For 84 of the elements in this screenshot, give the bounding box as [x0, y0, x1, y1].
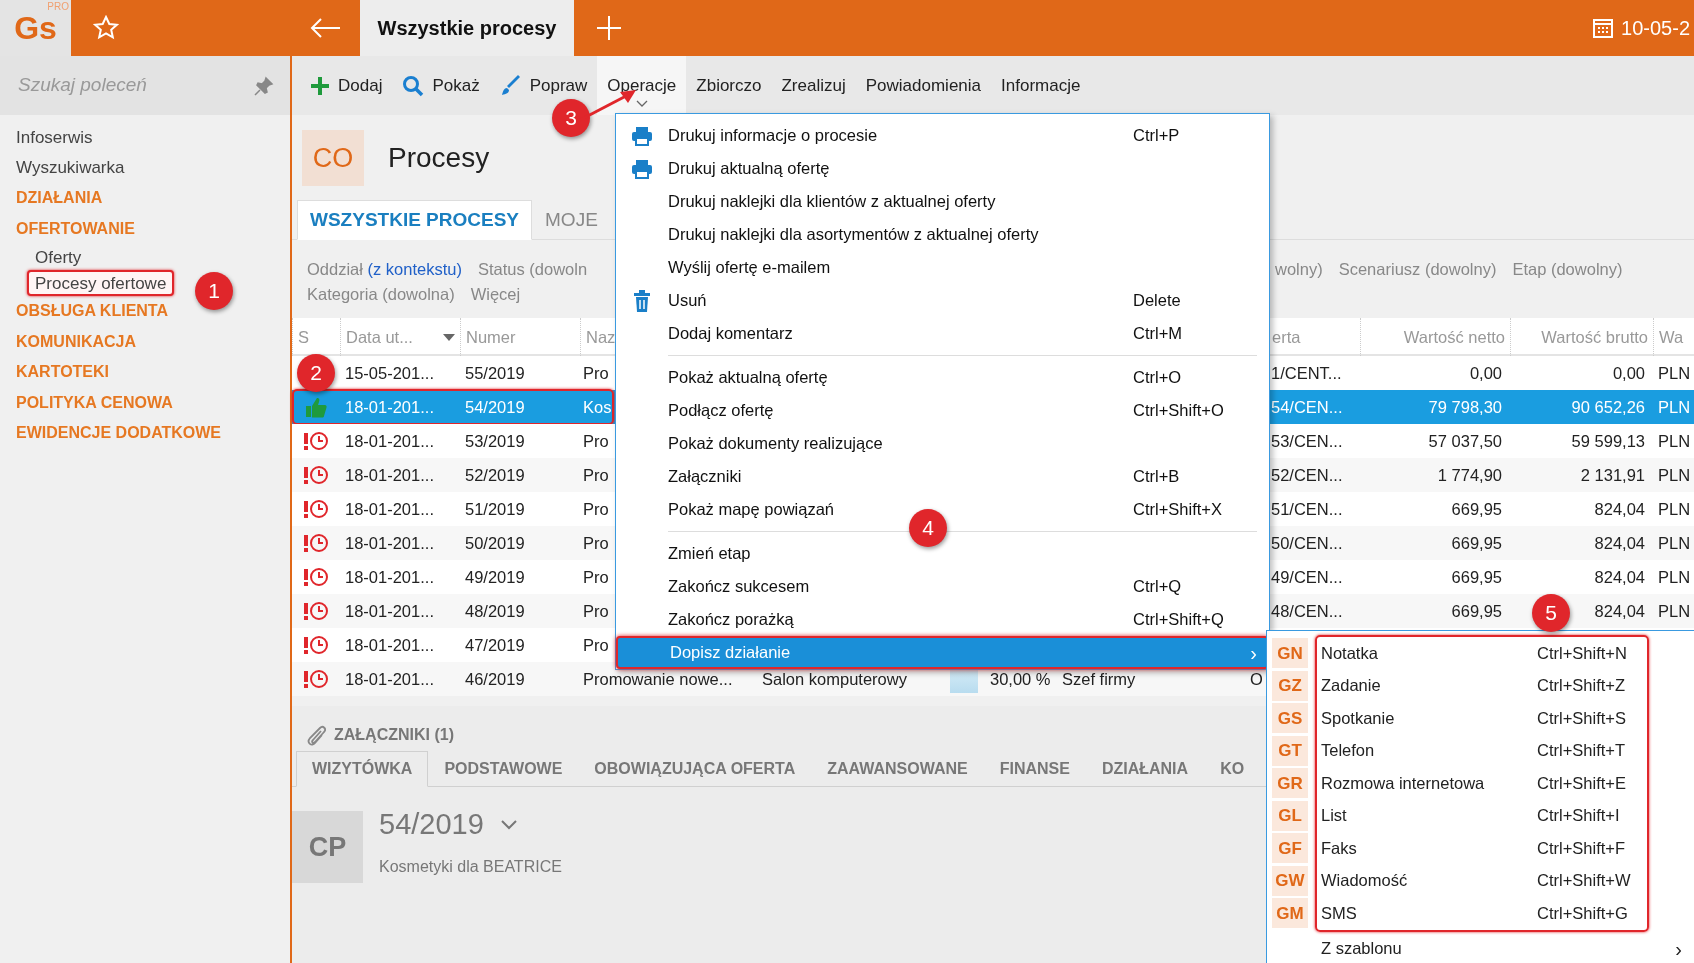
table-cell: PLN: [1658, 533, 1691, 552]
table-cell: 0,00: [1612, 363, 1645, 382]
table-cell: 824,04: [1594, 601, 1645, 620]
table-cell: 824,04: [1594, 567, 1645, 586]
table-cell: 49/2019: [465, 567, 525, 586]
table-cell: 18-01-201...: [345, 533, 434, 552]
activity-code: GF: [1272, 833, 1308, 864]
table-cell: 79 798,30: [1428, 397, 1502, 416]
table-cell: Pro: [583, 635, 609, 654]
activity-code: GT: [1272, 735, 1308, 766]
logo-superscript: PRO: [47, 2, 69, 12]
table-cell: Pro: [583, 363, 609, 382]
table-cell: Promowanie nowe...: [583, 669, 733, 688]
date-text: 10-05-2: [1621, 16, 1690, 41]
table-cell: Pro: [583, 601, 609, 620]
table-cell: 18-01-201...: [345, 397, 434, 416]
table-cell: 30,00 %: [990, 669, 1051, 688]
table-cell: 18-01-201...: [345, 465, 434, 484]
table-cell: 59 599,13: [1571, 431, 1645, 450]
filter-label: Oddział: [307, 260, 364, 278]
activity-code: GW: [1272, 865, 1308, 896]
table-cell: 53/CEN...: [1271, 431, 1343, 450]
table-cell: Pro: [583, 431, 609, 450]
table-cell: 54/CEN...: [1271, 397, 1343, 416]
table-cell: 53/2019: [465, 431, 525, 450]
table-cell: 48/CEN...: [1271, 601, 1343, 620]
table-cell: 18-01-201...: [345, 601, 434, 620]
table-cell: 1 774,90: [1437, 465, 1502, 484]
table-cell: Pro: [583, 567, 609, 586]
table-cell: 824,04: [1594, 533, 1645, 552]
table-cell: 51/2019: [465, 499, 525, 518]
detail-subtitle: Kosmetyki dla BEATRICE: [379, 856, 562, 877]
table-cell: O: [1250, 669, 1263, 688]
table-cell: 669,95: [1451, 533, 1502, 552]
activity-code: GN: [1272, 638, 1308, 669]
table-cell: Pro: [583, 499, 609, 518]
activity-code: GL: [1272, 800, 1308, 831]
table-cell: PLN: [1658, 431, 1691, 450]
table-cell: 48/2019: [465, 601, 525, 620]
detail-badge: CP: [292, 811, 363, 883]
table-cell: PLN: [1658, 465, 1691, 484]
table-cell: 18-01-201...: [345, 635, 434, 654]
table-cell: 49/CEN...: [1271, 567, 1343, 586]
table-cell: PLN: [1658, 363, 1691, 382]
activity-code: GZ: [1272, 670, 1308, 701]
table-cell: 52/2019: [465, 465, 525, 484]
table-cell: Pro: [583, 533, 609, 552]
table-cell: 2 131,91: [1580, 465, 1645, 484]
table-cell: 669,95: [1451, 567, 1502, 586]
table-cell: 50/2019: [465, 533, 525, 552]
table-cell: PLN: [1658, 601, 1691, 620]
table-cell: 18-01-201...: [345, 431, 434, 450]
table-cell: Szef firmy: [1062, 669, 1136, 688]
table-cell: 1/CENT...: [1271, 363, 1342, 382]
table-cell: PLN: [1658, 567, 1691, 586]
table-cell: 669,95: [1451, 499, 1502, 518]
table-cell: 18-01-201...: [345, 567, 434, 586]
table-cell: 18-01-201...: [345, 669, 434, 688]
table-cell: 47/2019: [465, 635, 525, 654]
activity-code: GS: [1272, 703, 1308, 734]
table-cell: 54/2019: [465, 397, 525, 416]
activity-code: GR: [1272, 768, 1308, 799]
logo-text: Gs: [14, 12, 57, 44]
page-badge: CO: [302, 130, 364, 186]
table-cell: 46/2019: [465, 669, 525, 688]
table-cell: 669,95: [1451, 601, 1502, 620]
table-cell: Pro: [583, 465, 609, 484]
table-cell: 50/CEN...: [1271, 533, 1343, 552]
table-cell: 15-05-201...: [345, 363, 434, 382]
table-cell: Salon komputerowy: [762, 669, 907, 688]
table-cell: 18-01-201...: [345, 499, 434, 518]
table-cell: Kos: [583, 397, 612, 416]
table-cell: PLN: [1658, 397, 1691, 416]
table-cell: 0,00: [1469, 363, 1502, 382]
table-cell: 824,04: [1594, 499, 1645, 518]
detail-number: 54/2019: [379, 807, 484, 842]
activity-code: GM: [1272, 898, 1308, 929]
table-cell: PLN: [1658, 499, 1691, 518]
table-cell: 51/CEN...: [1271, 499, 1343, 518]
table-cell: 52/CEN...: [1271, 465, 1343, 484]
table-cell: 55/2019: [465, 363, 525, 382]
table-cell: 57 037,50: [1428, 431, 1502, 450]
page-title: Procesy: [388, 141, 490, 175]
table-cell: 90 652,26: [1571, 397, 1645, 416]
